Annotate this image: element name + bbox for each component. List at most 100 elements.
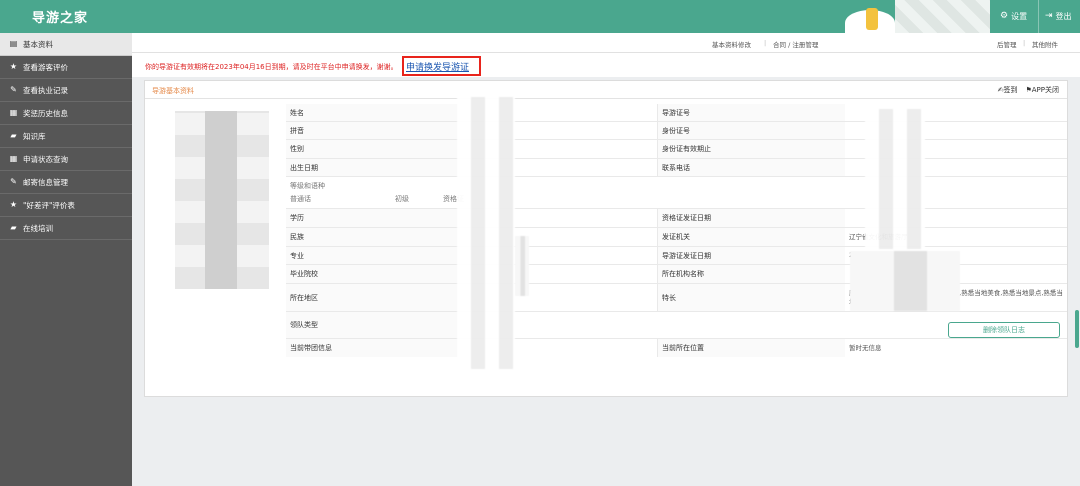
language-levels: 普通话 初级 资格证 [290,194,470,204]
highlight-box [402,56,481,76]
expiry-notice: 你的导游证有效期将在2023年04月16日到期，请及时在平台中申请换发，谢谢。 [145,63,398,71]
label-lang-level: 等级和语种 [290,182,325,190]
label-current-location: 当前所在位置 [657,339,845,357]
header-masked-area [895,0,990,33]
label-name: 姓名 [286,104,471,121]
lang-level-value: 初级 [395,195,409,203]
sidebar-item-practice-records[interactable]: ✎ 查看执业记录 [0,79,132,102]
info-row: 当前带团信息 当前所在位置 暂时无信息 [286,339,1067,357]
scrollbar-thumb[interactable] [1075,310,1079,348]
sidebar-item-mailing-info[interactable]: ✎ 邮寄信息管理 [0,171,132,194]
sidebar-item-label: 知识库 [23,131,46,141]
label-region: 所在地区 [286,284,471,311]
app-close-button[interactable]: ⚑APP关闭 [1025,85,1059,95]
logout-button[interactable]: ⇥ 登出 [1038,0,1072,33]
sidebar-item-label: 奖惩历史信息 [23,108,68,118]
sidebar-item-label: 申请状态查询 [23,154,68,164]
label-id-no: 身份证号 [657,122,845,139]
info-row: 出生日期 联系电话 [286,159,1067,177]
main-content: 基本资料修改 | 合同 / 注册管理 后管理 | 其他附件 你的导游证有效期将在… [132,33,1080,486]
sidebar-item-label: 基本资料 [23,39,53,49]
sidebar-item-reward-history[interactable]: ▦ 奖惩历史信息 [0,102,132,125]
info-row: 学历 资格证发证日期 [286,209,1067,228]
info-row: 拼音 身份证号 [286,122,1067,140]
subnav-separator: | [764,39,767,47]
info-row: 民族 发证机关 辽宁省文化和旅游厅 [286,228,1067,247]
sidebar-item-label: 查看执业记录 [23,85,68,95]
label-current-team: 当前带团信息 [286,339,471,357]
sidebar-item-knowledge-base[interactable]: ▰ 知识库 [0,125,132,148]
privacy-mask [515,236,529,296]
document-icon: ▤ [9,39,18,48]
notice-bar: 你的导游证有效期将在2023年04月16日到期，请及时在平台中申请换发，谢谢。 … [132,53,1080,77]
sidebar-item-review-form[interactable]: ★ "好差评"评价表 [0,194,132,217]
label-id-expire: 身份证有效期止 [657,140,845,158]
basic-info-card: 导游基本资料 ✍签到 ⚑APP关闭 姓名 导游证号 拼音 身份证号 性别 身份证… [144,80,1068,397]
label-specialty: 特长 [657,284,845,311]
info-row: 姓名 导游证号 [286,104,1067,122]
lang-name: 普通话 [290,195,311,203]
sidebar-item-basic-info[interactable]: ▤ 基本资料 [0,33,132,56]
label-cert-date: 资格证发证日期 [657,209,845,227]
sidebar-item-visitor-reviews[interactable]: ★ 查看游客评价 [0,56,132,79]
settings-button[interactable]: ⚙ 设置 [1000,0,1027,33]
star-icon: ★ [9,200,18,209]
logout-icon: ⇥ [1045,11,1053,21]
language-block: 等级和语种 普通话 初级 资格证 [286,177,846,208]
delete-team-log-button[interactable]: 删除领队日志 [948,322,1060,338]
label-major: 专业 [286,247,471,264]
label-org-name: 所在机构名称 [657,265,845,283]
card-header: 导游基本资料 ✍签到 ⚑APP关闭 [145,81,1067,99]
settings-label: 设置 [1011,12,1028,21]
info-row-language: 等级和语种 普通话 初级 资格证 [286,177,1067,209]
card-title: 导游基本资料 [152,87,194,95]
subnav-other-attachments[interactable]: 其他附件 [1032,39,1058,49]
edit-icon: ✎ [10,177,17,186]
star-icon: ★ [9,62,18,71]
sidebar: ▤ 基本资料 ★ 查看游客评价 ✎ 查看执业记录 ▦ 奖惩历史信息 ▰ 知识库 … [0,33,132,486]
value-current-location: 暂时无信息 [849,343,882,352]
sidebar-item-online-training[interactable]: ▰ 在线培训 [0,217,132,240]
sidebar-item-label: "好差评"评价表 [23,200,75,210]
label-issuer: 发证机关 [657,228,845,246]
edit-icon: ✎ [10,85,17,94]
header-decoration-accent [866,8,878,30]
label-guide-issue-date: 导游证发证日期 [657,247,845,264]
subnav-management[interactable]: 后管理 [997,39,1017,49]
privacy-mask [457,97,515,369]
app-close-label: APP关闭 [1031,86,1059,94]
list-icon: ▦ [9,154,18,163]
gear-icon: ⚙ [1000,11,1009,21]
book-icon: ▰ [10,223,17,232]
label-ethnicity: 民族 [286,228,471,246]
avatar-photo-masked [175,111,269,289]
sidebar-item-application-status[interactable]: ▦ 申请状态查询 [0,148,132,171]
label-school: 毕业院校 [286,265,471,283]
card-actions: ✍签到 ⚑APP关闭 [998,85,1059,95]
privacy-mask [850,251,960,311]
list-icon: ▦ [9,108,18,117]
sign-in-label: 签到 [1003,86,1018,94]
label-guide-no: 导游证号 [657,104,845,121]
info-row: 性别 身份证有效期止 [286,140,1067,159]
subnav-separator: | [1023,39,1026,47]
privacy-mask [865,109,925,249]
label-gender: 性别 [286,140,471,158]
sidebar-item-label: 在线培训 [23,223,53,233]
subnav-contract-registration[interactable]: 合同 / 注册管理 [773,39,818,49]
label-education: 学历 [286,209,471,227]
sign-in-button[interactable]: ✍签到 [998,85,1018,95]
sidebar-item-label: 邮寄信息管理 [23,177,68,187]
book-icon: ▰ [10,131,17,140]
label-phone: 联系电话 [657,159,845,176]
label-pinyin: 拼音 [286,122,471,139]
info-grid: 姓名 导游证号 拼音 身份证号 性别 身份证有效期止 出生日期 联系电话 等级和… [286,104,1067,357]
top-bar: 导游之家 ⚙ 设置 ⇥ 登出 [0,0,1080,36]
subnav-basic-info-edit[interactable]: 基本资料修改 [712,39,751,49]
sub-navigation: 基本资料修改 | 合同 / 注册管理 后管理 | 其他附件 [132,33,1080,53]
logout-label: 登出 [1055,12,1072,21]
sidebar-item-label: 查看游客评价 [23,62,68,72]
label-team-type: 领队类型 [286,312,471,338]
app-title: 导游之家 [32,11,89,26]
label-birthdate: 出生日期 [286,159,471,176]
